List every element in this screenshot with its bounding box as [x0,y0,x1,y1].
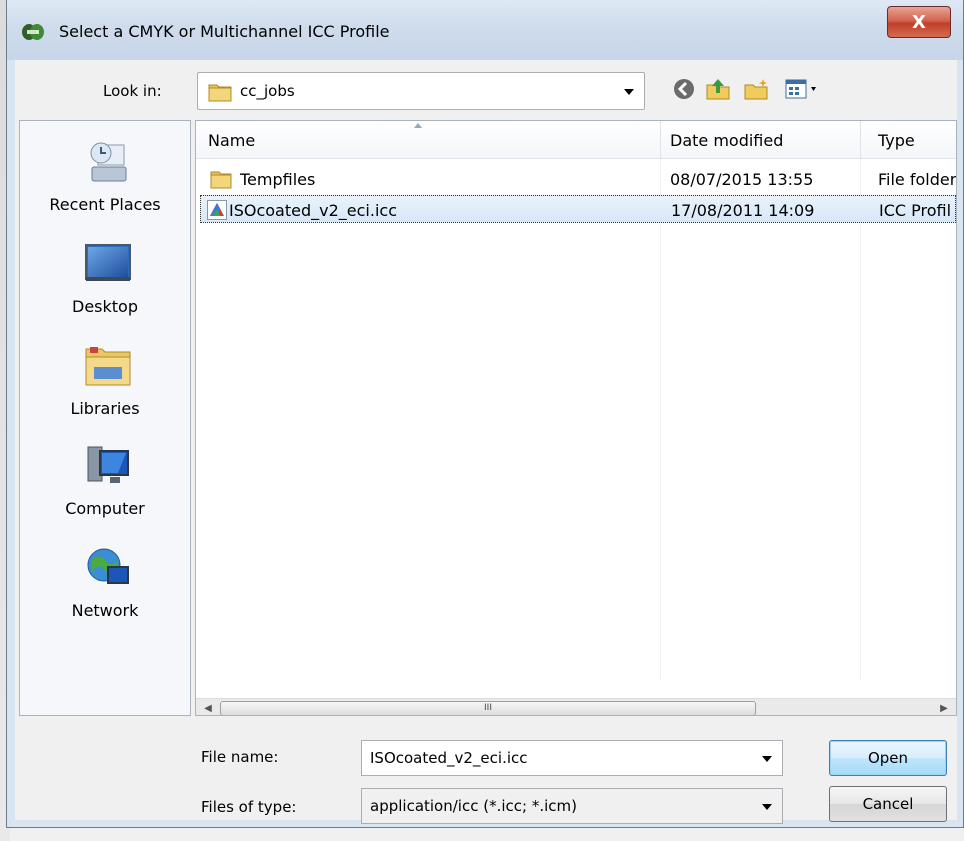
chevron-down-icon[interactable] [762,804,772,810]
window-title: Select a CMYK or Multichannel ICC Profil… [59,22,390,41]
column-header-row: Name Date modified Type [196,121,956,159]
file-list[interactable]: Name Date modified Type Tempfiles 08/07/… [195,120,957,716]
column-gridline [860,159,861,679]
close-button[interactable]: X [887,6,951,38]
file-name: Tempfiles [240,170,316,189]
look-in-value: cc_jobs [240,82,295,100]
scrollbar-thumb[interactable]: III [220,701,756,715]
file-type: ICC Profil [879,201,952,220]
dialog-body: Look in: cc_jobs Recent Places Desktop L… [15,60,957,824]
view-menu-icon[interactable] [783,76,823,102]
open-button-label: Open [867,749,909,767]
recent-places-icon [90,142,127,182]
folder-icon [208,84,232,102]
file-type: File folder [878,170,957,189]
network-icon [87,548,129,584]
place-label: Computer [65,499,145,518]
file-row-selected[interactable]: ISOcoated_v2_eci.icc 17/08/2011 14:09 IC… [200,195,956,223]
place-network[interactable]: Network [20,545,190,635]
column-gridline [660,159,661,679]
cancel-button[interactable]: Cancel [829,786,947,822]
column-header-type[interactable]: Type [878,131,915,150]
cancel-button-label: Cancel [862,795,914,813]
libraries-icon [85,347,131,386]
place-label: Libraries [70,399,140,418]
close-icon: X [912,11,926,33]
file-date: 08/07/2015 13:55 [670,170,814,189]
file-name-input[interactable]: ISOcoated_v2_eci.icc [370,749,528,767]
place-desktop[interactable]: Desktop [20,241,190,331]
title-bar[interactable]: Select a CMYK or Multichannel ICC Profil… [7,0,963,60]
place-recent-places[interactable]: Recent Places [20,139,190,229]
file-name-label: File name: [201,748,279,766]
file-dialog: Select a CMYK or Multichannel ICC Profil… [6,0,964,828]
place-label: Recent Places [49,195,161,214]
horizontal-scrollbar[interactable]: ◀ III ▶ [196,698,956,715]
file-type-combo[interactable]: application/icc (*.icc; *.icm) [361,788,783,824]
scroll-right-icon[interactable]: ▶ [934,699,954,715]
file-name-combo[interactable]: ISOcoated_v2_eci.icc [361,740,783,776]
file-date: 17/08/2011 14:09 [671,201,815,220]
up-folder-icon[interactable] [705,76,731,102]
back-icon[interactable] [671,76,697,102]
place-label: Desktop [72,297,138,316]
place-libraries[interactable]: Libraries [20,343,190,433]
new-folder-icon[interactable] [743,76,769,102]
app-logo-icon [22,24,44,40]
column-divider[interactable] [860,121,861,159]
look-in-combo[interactable]: cc_jobs [197,72,645,110]
file-type-label: Files of type: [201,798,297,816]
file-type-value: application/icc (*.icc; *.icm) [370,797,577,815]
open-button[interactable]: Open [829,740,947,776]
file-row[interactable]: Tempfiles 08/07/2015 13:55 File folder [200,165,956,193]
scroll-left-icon[interactable]: ◀ [198,699,218,715]
places-bar: Recent Places Desktop Libraries Computer… [19,120,191,716]
look-in-label: Look in: [103,82,162,100]
chevron-down-icon[interactable] [762,756,772,762]
desktop-icon [85,244,131,281]
thumb-grip: III [484,703,492,713]
folder-icon [210,171,232,189]
icc-profile-icon [207,200,227,220]
place-computer[interactable]: Computer [20,443,190,533]
computer-icon [87,446,129,483]
column-header-date[interactable]: Date modified [670,131,783,150]
sort-ascending-icon [414,123,422,128]
column-header-name[interactable]: Name [208,131,255,150]
column-divider[interactable] [660,121,661,159]
place-label: Network [71,601,139,620]
chevron-down-icon[interactable] [624,89,634,95]
file-name: ISOcoated_v2_eci.icc [229,201,397,220]
